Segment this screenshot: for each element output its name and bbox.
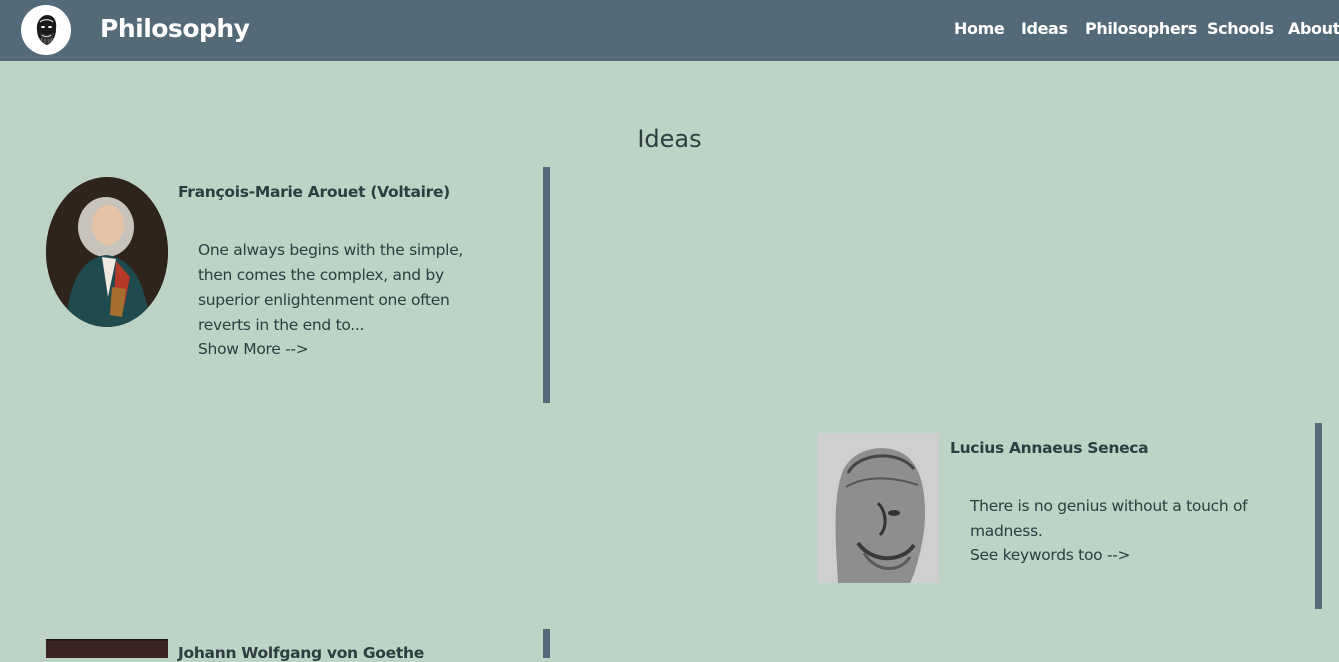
see-keywords-link[interactable]: See keywords too --> (970, 546, 1131, 564)
card-quote: One always begins with the simple, then … (198, 241, 464, 334)
voltaire-portrait (46, 177, 168, 327)
card-name: Lucius Annaeus Seneca (950, 439, 1149, 457)
card-quote: There is no genius without a touch of ma… (970, 497, 1248, 540)
page-title: Ideas (637, 125, 702, 153)
navbar: Philosophy Home Ideas Philosophers Schoo… (0, 0, 1339, 61)
nav-link-about[interactable]: About (1288, 19, 1339, 38)
card-name: Johann Wolfgang von Goethe (178, 644, 424, 662)
philosopher-logo-icon[interactable] (21, 5, 71, 55)
nav-link-schools[interactable]: Schools (1207, 19, 1274, 38)
card-divider (543, 629, 550, 658)
card-divider (543, 167, 550, 403)
nav-link-ideas[interactable]: Ideas (1021, 19, 1068, 38)
show-more-link[interactable]: Show More --> (198, 340, 309, 358)
goethe-portrait (46, 639, 168, 658)
card-name: François-Marie Arouet (Voltaire) (178, 183, 450, 201)
seneca-portrait (818, 433, 939, 583)
brand-title[interactable]: Philosophy (100, 14, 250, 43)
nav-link-philosophers[interactable]: Philosophers (1085, 19, 1197, 38)
nav-link-home[interactable]: Home (954, 19, 1005, 38)
card-divider (1315, 423, 1322, 609)
